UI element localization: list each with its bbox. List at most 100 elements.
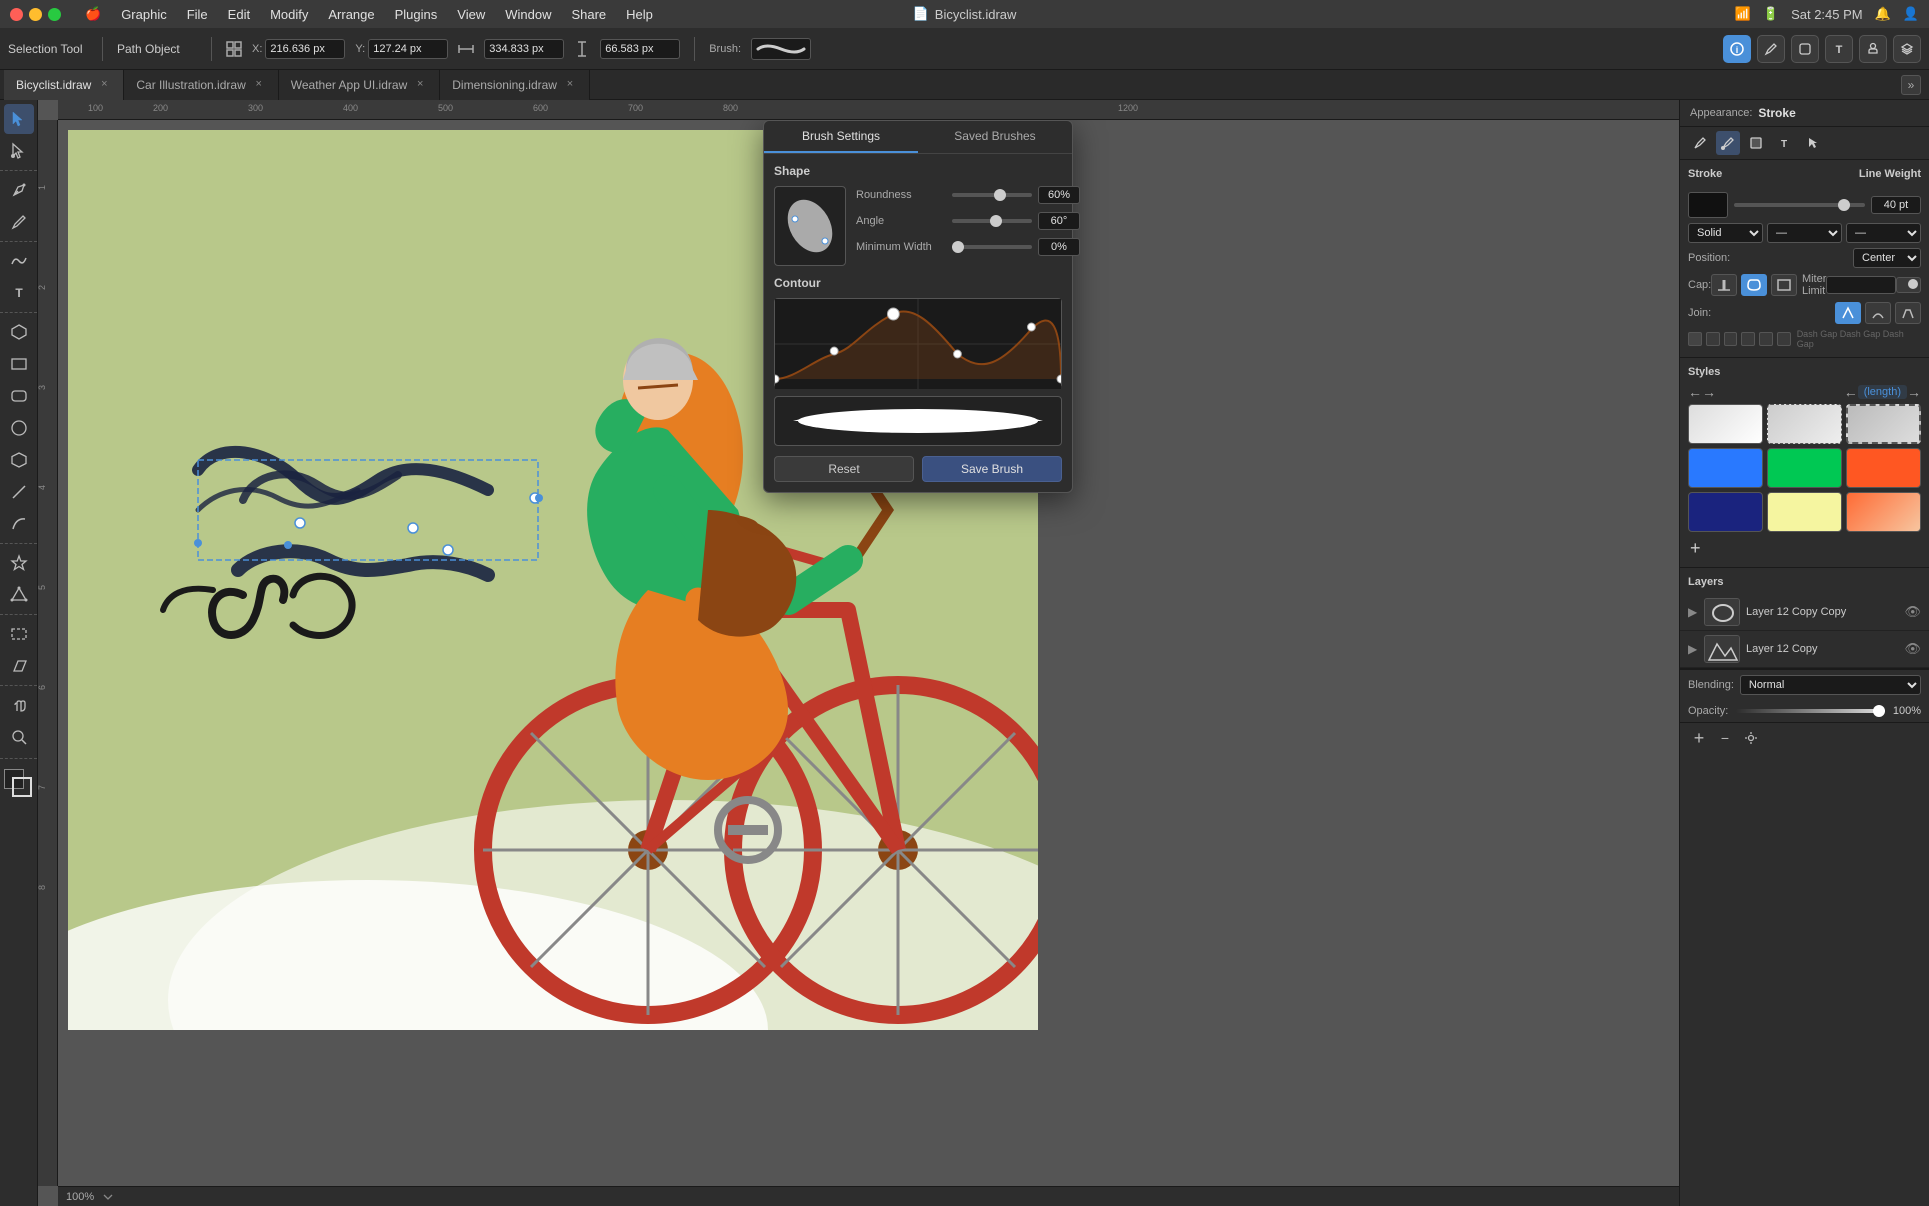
menu-file[interactable]: File (179, 5, 216, 24)
hexagon-tool[interactable] (4, 445, 34, 475)
freehand-tool[interactable] (4, 246, 34, 276)
pencil-tool[interactable] (4, 207, 34, 237)
text-icon-btn[interactable]: T (1825, 35, 1853, 63)
layer-1-visibility[interactable]: 👁 (1904, 604, 1921, 620)
roundness-thumb[interactable] (994, 189, 1006, 201)
style-swatch-yellow[interactable] (1767, 492, 1842, 532)
minimize-button[interactable] (29, 8, 42, 21)
tab-dimensioning[interactable]: Dimensioning.idraw × (440, 70, 590, 100)
zoom-tool[interactable] (4, 722, 34, 752)
roundness-slider[interactable] (952, 193, 1032, 197)
style-swatch-orange[interactable] (1846, 448, 1921, 488)
delete-layer-btn[interactable]: − (1714, 727, 1736, 749)
min-width-input[interactable] (1038, 238, 1080, 256)
tab-weather[interactable]: Weather App UI.idraw × (279, 70, 441, 100)
miter-thumb[interactable] (1908, 279, 1918, 289)
line-weight-input[interactable] (1871, 196, 1921, 214)
3d-tool[interactable] (4, 317, 34, 347)
brush-preview[interactable] (751, 38, 811, 60)
dash-dot-1[interactable] (1688, 332, 1702, 346)
cursor-icon-btn[interactable] (1800, 131, 1824, 155)
opacity-slider[interactable] (1736, 709, 1885, 713)
menu-plugins[interactable]: Plugins (387, 5, 446, 24)
layer-2-expand[interactable]: ▶ (1688, 642, 1698, 656)
add-style-btn[interactable]: + (1688, 538, 1703, 559)
layer-1-expand[interactable]: ▶ (1688, 605, 1698, 619)
appearance-icon-btn[interactable] (1791, 35, 1819, 63)
style-swatch-green[interactable] (1767, 448, 1842, 488)
pen-tool[interactable] (4, 175, 34, 205)
tab-car-close[interactable]: × (252, 78, 266, 92)
dash-dot-2[interactable] (1706, 332, 1720, 346)
star-tool[interactable] (4, 548, 34, 578)
style-swatch-darkblue[interactable] (1688, 492, 1763, 532)
miter-slider[interactable] (1896, 277, 1921, 293)
tab-more[interactable]: » (1901, 75, 1925, 95)
text-tool[interactable]: T (4, 278, 34, 308)
weight-track[interactable] (1734, 203, 1865, 207)
close-button[interactable] (10, 8, 23, 21)
cap-square[interactable] (1771, 274, 1797, 296)
arrow-left-1[interactable]: ← (1688, 384, 1702, 400)
style-swatch-blue[interactable] (1688, 448, 1763, 488)
node-tool[interactable] (4, 136, 34, 166)
min-width-slider[interactable] (952, 245, 1032, 249)
dash-dot-4[interactable] (1741, 332, 1755, 346)
canvas-content[interactable]: Brush Settings Saved Brushes Shape (58, 120, 1679, 1186)
tab-dimensioning-close[interactable]: × (563, 78, 577, 92)
layer-settings-btn[interactable] (1740, 727, 1762, 749)
menu-help[interactable]: Help (618, 5, 661, 24)
tab-saved-brushes[interactable]: Saved Brushes (918, 121, 1072, 153)
layer-item-1[interactable]: ▶ Layer 12 Copy Copy 👁 (1680, 594, 1929, 631)
add-layer-btn[interactable]: + (1688, 727, 1710, 749)
angle-input[interactable] (1038, 212, 1080, 230)
save-brush-btn[interactable]: Save Brush (922, 456, 1062, 482)
dash-dot-6[interactable] (1777, 332, 1791, 346)
stroke-icon-btn[interactable] (1716, 131, 1740, 155)
menu-arrange[interactable]: Arrange (320, 5, 382, 24)
shear-tool[interactable] (4, 651, 34, 681)
circle-tool[interactable] (4, 413, 34, 443)
cap-round[interactable] (1741, 274, 1767, 296)
text-icon-btn2[interactable]: T (1772, 131, 1796, 155)
hand-tool[interactable] (4, 690, 34, 720)
angle-slider[interactable] (952, 219, 1032, 223)
style-swatch-3[interactable] (1846, 404, 1921, 444)
shape-preview[interactable] (774, 186, 846, 266)
transform-tool[interactable] (4, 619, 34, 649)
maximize-button[interactable] (48, 8, 61, 21)
line-tool[interactable] (4, 477, 34, 507)
zoom-dropdown-icon[interactable] (102, 1191, 114, 1203)
reset-btn[interactable]: Reset (774, 456, 914, 482)
menu-share[interactable]: Share (563, 5, 614, 24)
tab-bicyclist-close[interactable]: × (97, 78, 111, 92)
line-gap-select[interactable]: — (1846, 223, 1921, 243)
join-round[interactable] (1865, 302, 1891, 324)
line-weight-slider[interactable] (1734, 203, 1865, 207)
tab-overflow-btn[interactable]: » (1901, 75, 1921, 95)
contour-graph[interactable] (774, 298, 1062, 388)
traffic-lights[interactable] (10, 8, 61, 21)
arrow-right-1[interactable]: → (1702, 384, 1716, 400)
menu-apple[interactable]: 🍎 (77, 4, 109, 24)
polygon-tool[interactable] (4, 580, 34, 610)
min-width-thumb[interactable] (952, 241, 964, 253)
miter-input[interactable] (1826, 276, 1896, 294)
style-swatch-gradient[interactable] (1846, 492, 1921, 532)
menu-modify[interactable]: Modify (262, 5, 316, 24)
dash-dot-3[interactable] (1724, 332, 1738, 346)
tab-car[interactable]: Car Illustration.idraw × (124, 70, 278, 100)
pen-icon-btn[interactable] (1688, 131, 1712, 155)
arrow-left-2[interactable]: ← (1844, 384, 1858, 400)
dash-dot-5[interactable] (1759, 332, 1773, 346)
roundness-input[interactable] (1038, 186, 1080, 204)
cap-butt[interactable] (1711, 274, 1737, 296)
canvas-area[interactable]: 100 200 300 400 500 600 700 800 1200 1 2… (38, 100, 1679, 1206)
curve-tool[interactable] (4, 509, 34, 539)
menu-edit[interactable]: Edit (220, 5, 258, 24)
rectangle-tool[interactable] (4, 349, 34, 379)
opacity-thumb[interactable] (1873, 705, 1885, 717)
angle-thumb[interactable] (990, 215, 1002, 227)
menu-window[interactable]: Window (497, 5, 559, 24)
line-type-select[interactable]: Solid Dashed Dotted (1688, 223, 1763, 243)
